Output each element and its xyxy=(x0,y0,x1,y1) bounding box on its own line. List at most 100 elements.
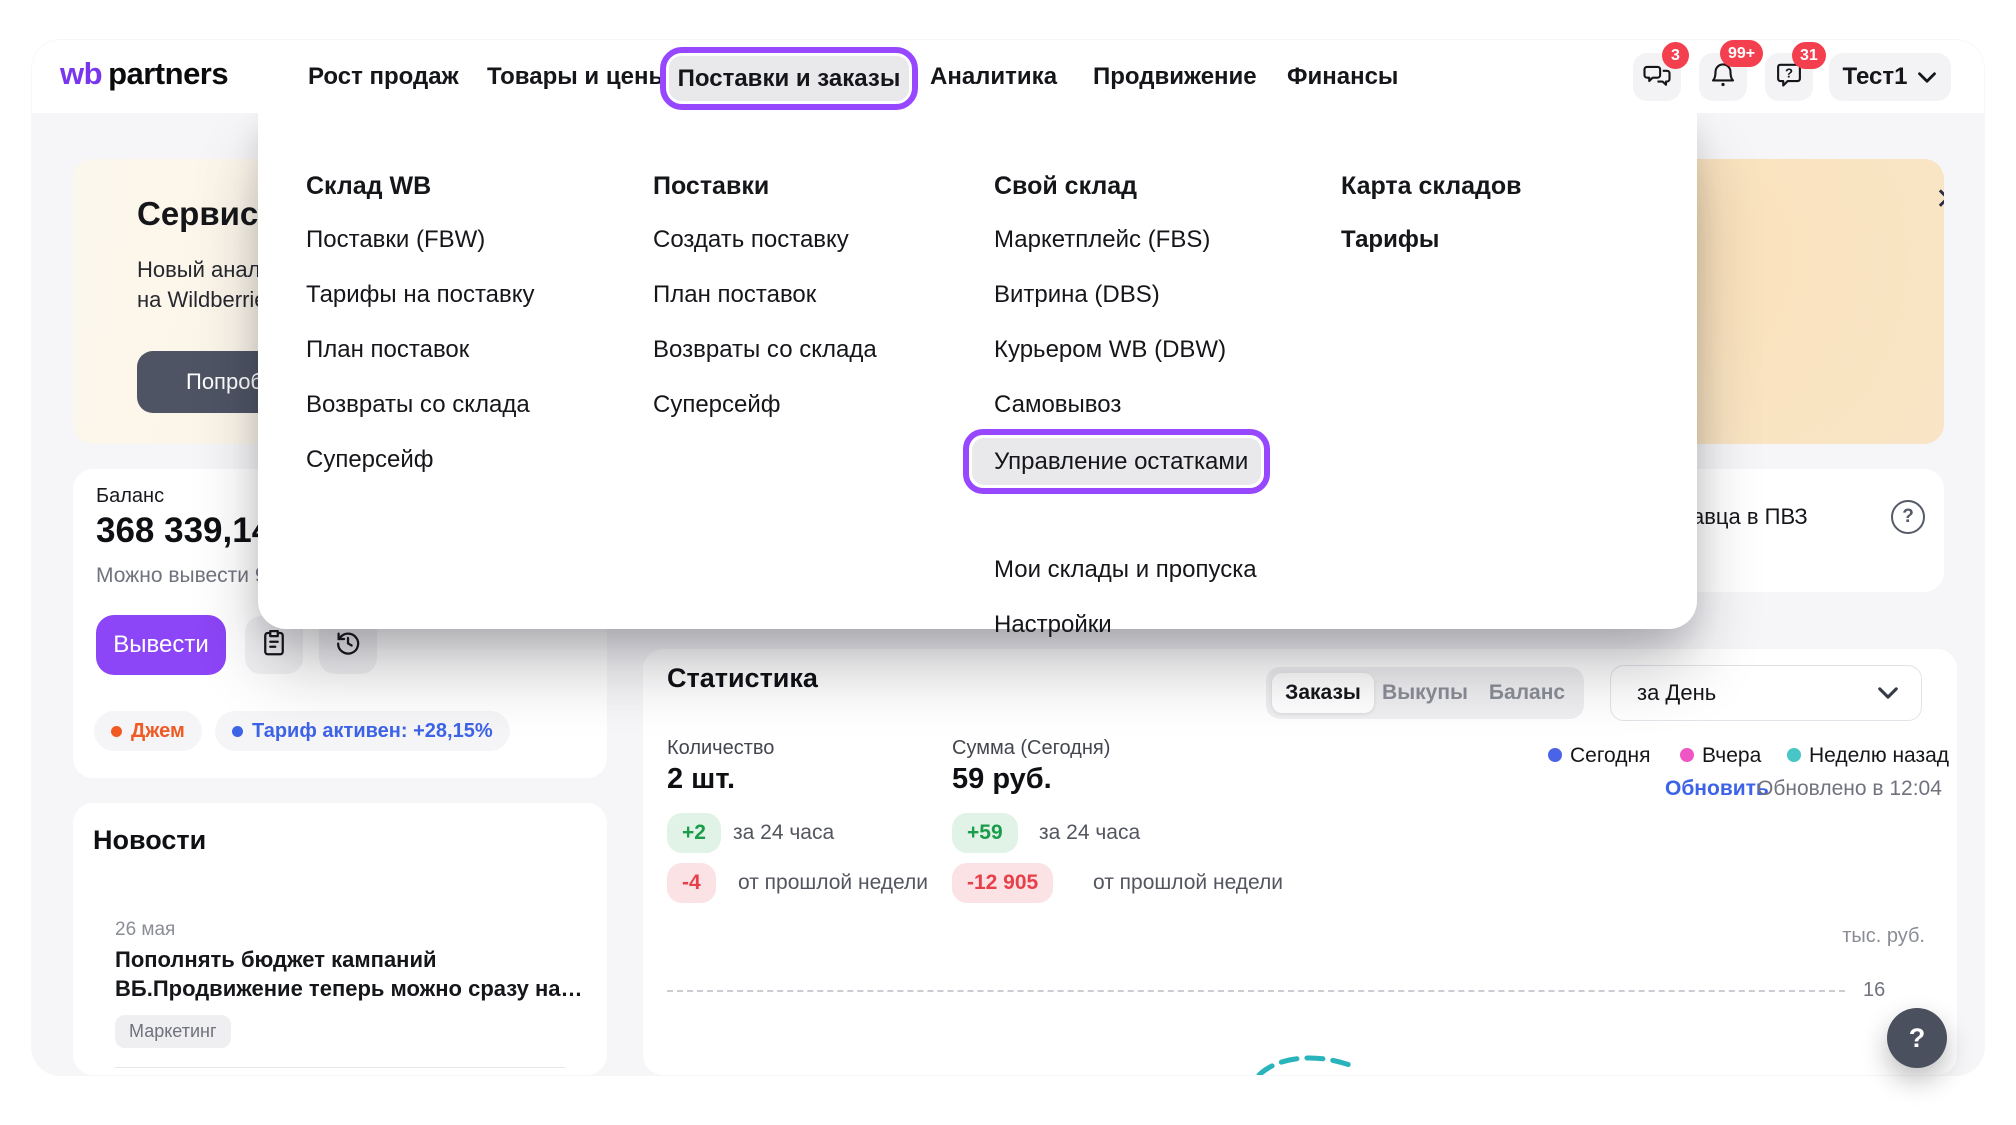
statistics-title: Статистика xyxy=(667,663,818,694)
chart-week-ago-line xyxy=(1255,1051,1385,1075)
jam-chip[interactable]: Джем xyxy=(94,711,202,751)
tariff-dot-icon xyxy=(232,726,243,737)
quantity-week-delta-badge: -4 xyxy=(667,863,716,903)
legend-today-dot-icon xyxy=(1548,748,1562,762)
legend-week-ago-dot-icon xyxy=(1787,748,1801,762)
quantity-value: 2 шт. xyxy=(667,763,735,796)
floating-help-button[interactable]: ? xyxy=(1887,1008,1947,1068)
menu-item-supply-plan-2[interactable]: План поставок xyxy=(653,281,816,309)
tab-buyouts[interactable]: Выкупы xyxy=(1374,673,1476,713)
period-select-value: за День xyxy=(1637,680,1716,706)
menu-item-vitrina-dbs[interactable]: Витрина (DBS) xyxy=(994,281,1160,309)
updated-timestamp: Обновлено в 12:04 xyxy=(1757,777,1942,801)
menu-item-supplies-fbw[interactable]: Поставки (FBW) xyxy=(306,226,485,254)
amount-week-delta-badge: -12 905 xyxy=(952,863,1053,903)
help-circle-icon[interactable]: ? xyxy=(1891,500,1925,534)
clipboard-icon xyxy=(259,628,289,663)
menu-item-settings[interactable]: Настройки xyxy=(994,611,1112,639)
quantity-day-delta-badge: +2 xyxy=(667,813,721,853)
menu-item-warehouse-returns[interactable]: Возвраты со склада xyxy=(306,391,530,419)
menu-item-supersafe-2[interactable]: Суперсейф xyxy=(653,391,781,419)
balance-label: Баланс xyxy=(96,485,164,508)
menu-header-warehouse-map: Карта складов xyxy=(1341,172,1522,201)
balance-withdraw-hint: Можно вывести 93 xyxy=(96,564,278,588)
menu-item-supersafe[interactable]: Суперсейф xyxy=(306,446,434,474)
banner-subtitle-line2: на Wildberries xyxy=(137,287,278,313)
pvz-card-title: авца в ПВЗ xyxy=(1692,504,1808,530)
stock-management-highlight-ring: Управление остатками xyxy=(963,429,1270,494)
supplies-orders-highlight-ring: Поставки и заказы xyxy=(660,47,918,110)
menu-item-supply-tariffs[interactable]: Тарифы на поставку xyxy=(306,281,535,309)
statistics-card: Статистика Заказы Выкупы Баланс за День … xyxy=(643,649,1957,1075)
top-navbar: wbpartners Рост продаж Товары и цены Ана… xyxy=(32,40,1984,113)
tariff-chip-label: Тариф активен: +28,15% xyxy=(252,720,493,743)
quantity-label: Количество xyxy=(667,737,774,760)
nav-item-sales-growth[interactable]: Рост продаж xyxy=(308,63,459,91)
tab-balance[interactable]: Баланс xyxy=(1476,673,1578,713)
menu-item-stock-management[interactable]: Управление остатками xyxy=(972,438,1261,485)
menu-item-marketplace-fbs[interactable]: Маркетплейс (FBS) xyxy=(994,226,1210,254)
legend-week-ago-label: Неделю назад xyxy=(1809,744,1949,768)
close-icon[interactable]: ✕ xyxy=(1935,185,1944,215)
news-item-date: 26 мая xyxy=(115,919,175,941)
amount-week-delta-label: от прошлой недели xyxy=(1093,871,1283,895)
account-menu[interactable]: Тест1 xyxy=(1829,53,1951,101)
menu-item-my-warehouses-passes[interactable]: Мои склады и пропуска xyxy=(994,556,1257,584)
news-headline-line1: Пополнять бюджет кампаний xyxy=(115,945,583,974)
news-tag-badge: Маркетинг xyxy=(115,1015,231,1048)
axis-unit-label: тыс. руб. xyxy=(1829,925,1925,948)
menu-item-supply-plan[interactable]: План поставок xyxy=(306,336,469,364)
chart-gridline xyxy=(667,990,1845,992)
account-name: Тест1 xyxy=(1843,63,1908,91)
supplies-and-orders-menu: Склад WB Поставки (FBW) Тарифы на постав… xyxy=(258,113,1697,629)
nav-item-supplies-orders[interactable]: Поставки и заказы xyxy=(669,56,909,101)
legend-yesterday-label: Вчера xyxy=(1702,744,1761,768)
menu-item-tariffs[interactable]: Тарифы xyxy=(1341,226,1439,254)
tab-orders[interactable]: Заказы xyxy=(1272,673,1374,713)
support-count-badge: 31 xyxy=(1792,42,1826,69)
chevron-down-icon xyxy=(1917,63,1937,91)
page: Сервис по Новый аналити на Wildberries П… xyxy=(0,0,2016,1125)
app-window: Сервис по Новый аналити на Wildberries П… xyxy=(32,40,1984,1075)
wb-partners-logo[interactable]: wbpartners xyxy=(60,56,228,92)
legend-today-label: Сегодня xyxy=(1570,744,1650,768)
period-select[interactable]: за День xyxy=(1610,665,1922,721)
quantity-week-delta-label: от прошлой недели xyxy=(738,871,928,895)
amount-day-delta-label: за 24 часа xyxy=(1039,821,1140,845)
nav-item-finance[interactable]: Финансы xyxy=(1287,63,1398,91)
amount-value: 59 руб. xyxy=(952,763,1052,796)
menu-item-warehouse-returns-2[interactable]: Возвраты со склада xyxy=(653,336,877,364)
notifications-count-badge: 99+ xyxy=(1720,40,1763,67)
menu-item-self-pickup[interactable]: Самовывоз xyxy=(994,391,1121,419)
refresh-link[interactable]: Обновить xyxy=(1665,777,1769,801)
menu-header-wb-warehouse: Склад WB xyxy=(306,172,431,201)
menu-item-courier-wb-dbw[interactable]: Курьером WB (DBW) xyxy=(994,336,1226,364)
gridline-value: 16 xyxy=(1863,979,1885,1002)
nav-item-goods-prices[interactable]: Товары и цены xyxy=(487,63,669,91)
legend-yesterday-dot-icon xyxy=(1680,748,1694,762)
news-divider xyxy=(115,1067,565,1068)
logo-wb: wb xyxy=(60,56,102,91)
logo-partners: partners xyxy=(108,56,228,91)
news-title: Новости xyxy=(93,825,206,856)
menu-item-create-supply[interactable]: Создать поставку xyxy=(653,226,849,254)
quantity-day-delta-label: за 24 часа xyxy=(733,821,834,845)
chevron-down-icon xyxy=(1877,680,1899,706)
nav-item-promotion[interactable]: Продвижение xyxy=(1093,63,1257,91)
news-card: Новости 26 мая Пополнять бюджет кампаний… xyxy=(73,803,607,1075)
messages-count-badge: 3 xyxy=(1662,42,1689,69)
tariff-chip[interactable]: Тариф активен: +28,15% xyxy=(215,711,510,751)
amount-day-delta-badge: +59 xyxy=(952,813,1018,853)
amount-label: Сумма (Сегодня) xyxy=(952,737,1110,760)
menu-header-supplies: Поставки xyxy=(653,172,769,201)
news-item-headline[interactable]: Пополнять бюджет кампаний ВБ.Продвижение… xyxy=(115,945,583,1003)
svg-text:?: ? xyxy=(1785,65,1793,80)
jam-chip-label: Джем xyxy=(131,720,185,743)
withdraw-button[interactable]: Вывести xyxy=(96,615,226,675)
news-headline-line2: ВБ.Продвижение теперь можно сразу на… xyxy=(115,974,583,1003)
menu-header-own-warehouse: Свой склад xyxy=(994,172,1137,201)
jam-dot-icon xyxy=(111,726,122,737)
history-icon xyxy=(333,628,363,663)
balance-amount: 368 339,14 xyxy=(96,511,271,551)
nav-item-analytics[interactable]: Аналитика xyxy=(930,63,1057,91)
